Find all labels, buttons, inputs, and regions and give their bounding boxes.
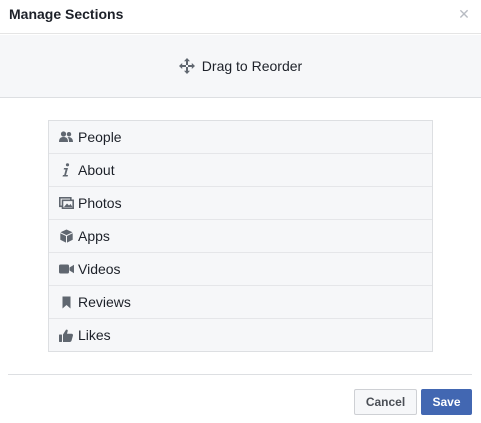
save-button[interactable]: Save (421, 389, 472, 415)
people-icon (58, 129, 74, 145)
section-label: About (78, 162, 115, 178)
bookmark-icon (58, 294, 74, 310)
cancel-button[interactable]: Cancel (354, 389, 417, 415)
info-icon (58, 162, 74, 178)
close-icon[interactable]: ✕ (456, 6, 472, 22)
sections-list: People About Photos Apps Videos Reviews … (48, 120, 433, 352)
footer-divider (8, 374, 472, 375)
section-item-videos[interactable]: Videos (49, 253, 432, 286)
section-label: Videos (78, 261, 121, 277)
section-item-photos[interactable]: Photos (49, 187, 432, 220)
section-item-apps[interactable]: Apps (49, 220, 432, 253)
apps-cube-icon (58, 228, 74, 244)
section-label: People (78, 129, 122, 145)
section-label: Reviews (78, 294, 131, 310)
dialog-header: Manage Sections ✕ (0, 0, 481, 34)
section-item-reviews[interactable]: Reviews (49, 286, 432, 319)
section-item-about[interactable]: About (49, 154, 432, 187)
drag-hint: Drag to Reorder (178, 58, 303, 74)
section-label: Apps (78, 228, 110, 244)
manage-sections-dialog: Manage Sections ✕ Drag to Reorder People… (0, 0, 481, 423)
section-label: Likes (78, 327, 111, 343)
video-camera-icon (58, 261, 74, 277)
section-item-people[interactable]: People (49, 121, 432, 154)
photos-icon (58, 195, 74, 211)
drag-hint-bar: Drag to Reorder (0, 35, 481, 98)
drag-hint-label: Drag to Reorder (201, 58, 303, 74)
dialog-title: Manage Sections (9, 6, 124, 22)
move-arrows-icon (178, 58, 195, 74)
section-item-likes[interactable]: Likes (49, 319, 432, 351)
thumbs-up-icon (58, 327, 74, 343)
section-label: Photos (78, 195, 122, 211)
